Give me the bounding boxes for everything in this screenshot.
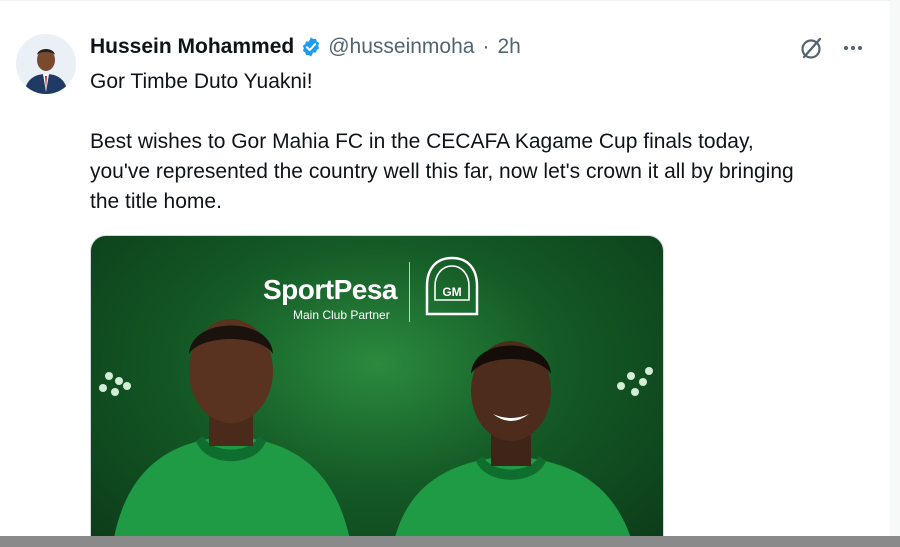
verified-badge-icon: [300, 36, 322, 58]
scrollbar-track[interactable]: [890, 0, 900, 536]
grok-icon: [801, 37, 822, 59]
author-avatar[interactable]: [16, 34, 76, 94]
tweet-media-image[interactable]: SportPesa Main Club Partner GM: [90, 235, 664, 537]
more-icon: [844, 46, 862, 50]
tweet-header: Hussein Mohammed @husseinmoha · 2h: [90, 34, 521, 60]
more-options-button[interactable]: [838, 33, 868, 63]
header-separator: ·: [482, 35, 490, 58]
svg-text:GM: GM: [442, 285, 461, 299]
tweet-paragraph: Best wishes to Gor Mahia FC in the CECAF…: [90, 130, 806, 213]
horizontal-scrollbar[interactable]: [0, 536, 900, 547]
logo-divider: [409, 262, 410, 322]
tweet-text: Gor Timbe Duto Yuakni! Best wishes to Go…: [90, 67, 810, 217]
club-crest-icon: GM: [421, 256, 483, 320]
tweet-timestamp[interactable]: 2h: [497, 35, 520, 59]
tweet-paragraph: Gor Timbe Duto Yuakni!: [90, 70, 313, 93]
sponsor-logo-text: SportPesa: [263, 274, 398, 305]
grok-button[interactable]: [797, 33, 827, 63]
sponsor-subtitle: Main Club Partner: [293, 308, 390, 322]
tweet-card[interactable]: Hussein Mohammed @husseinmoha · 2h Gor T…: [0, 0, 891, 537]
author-handle[interactable]: @husseinmoha: [328, 35, 474, 59]
avatar-image: [16, 34, 76, 94]
author-name[interactable]: Hussein Mohammed: [90, 35, 294, 59]
